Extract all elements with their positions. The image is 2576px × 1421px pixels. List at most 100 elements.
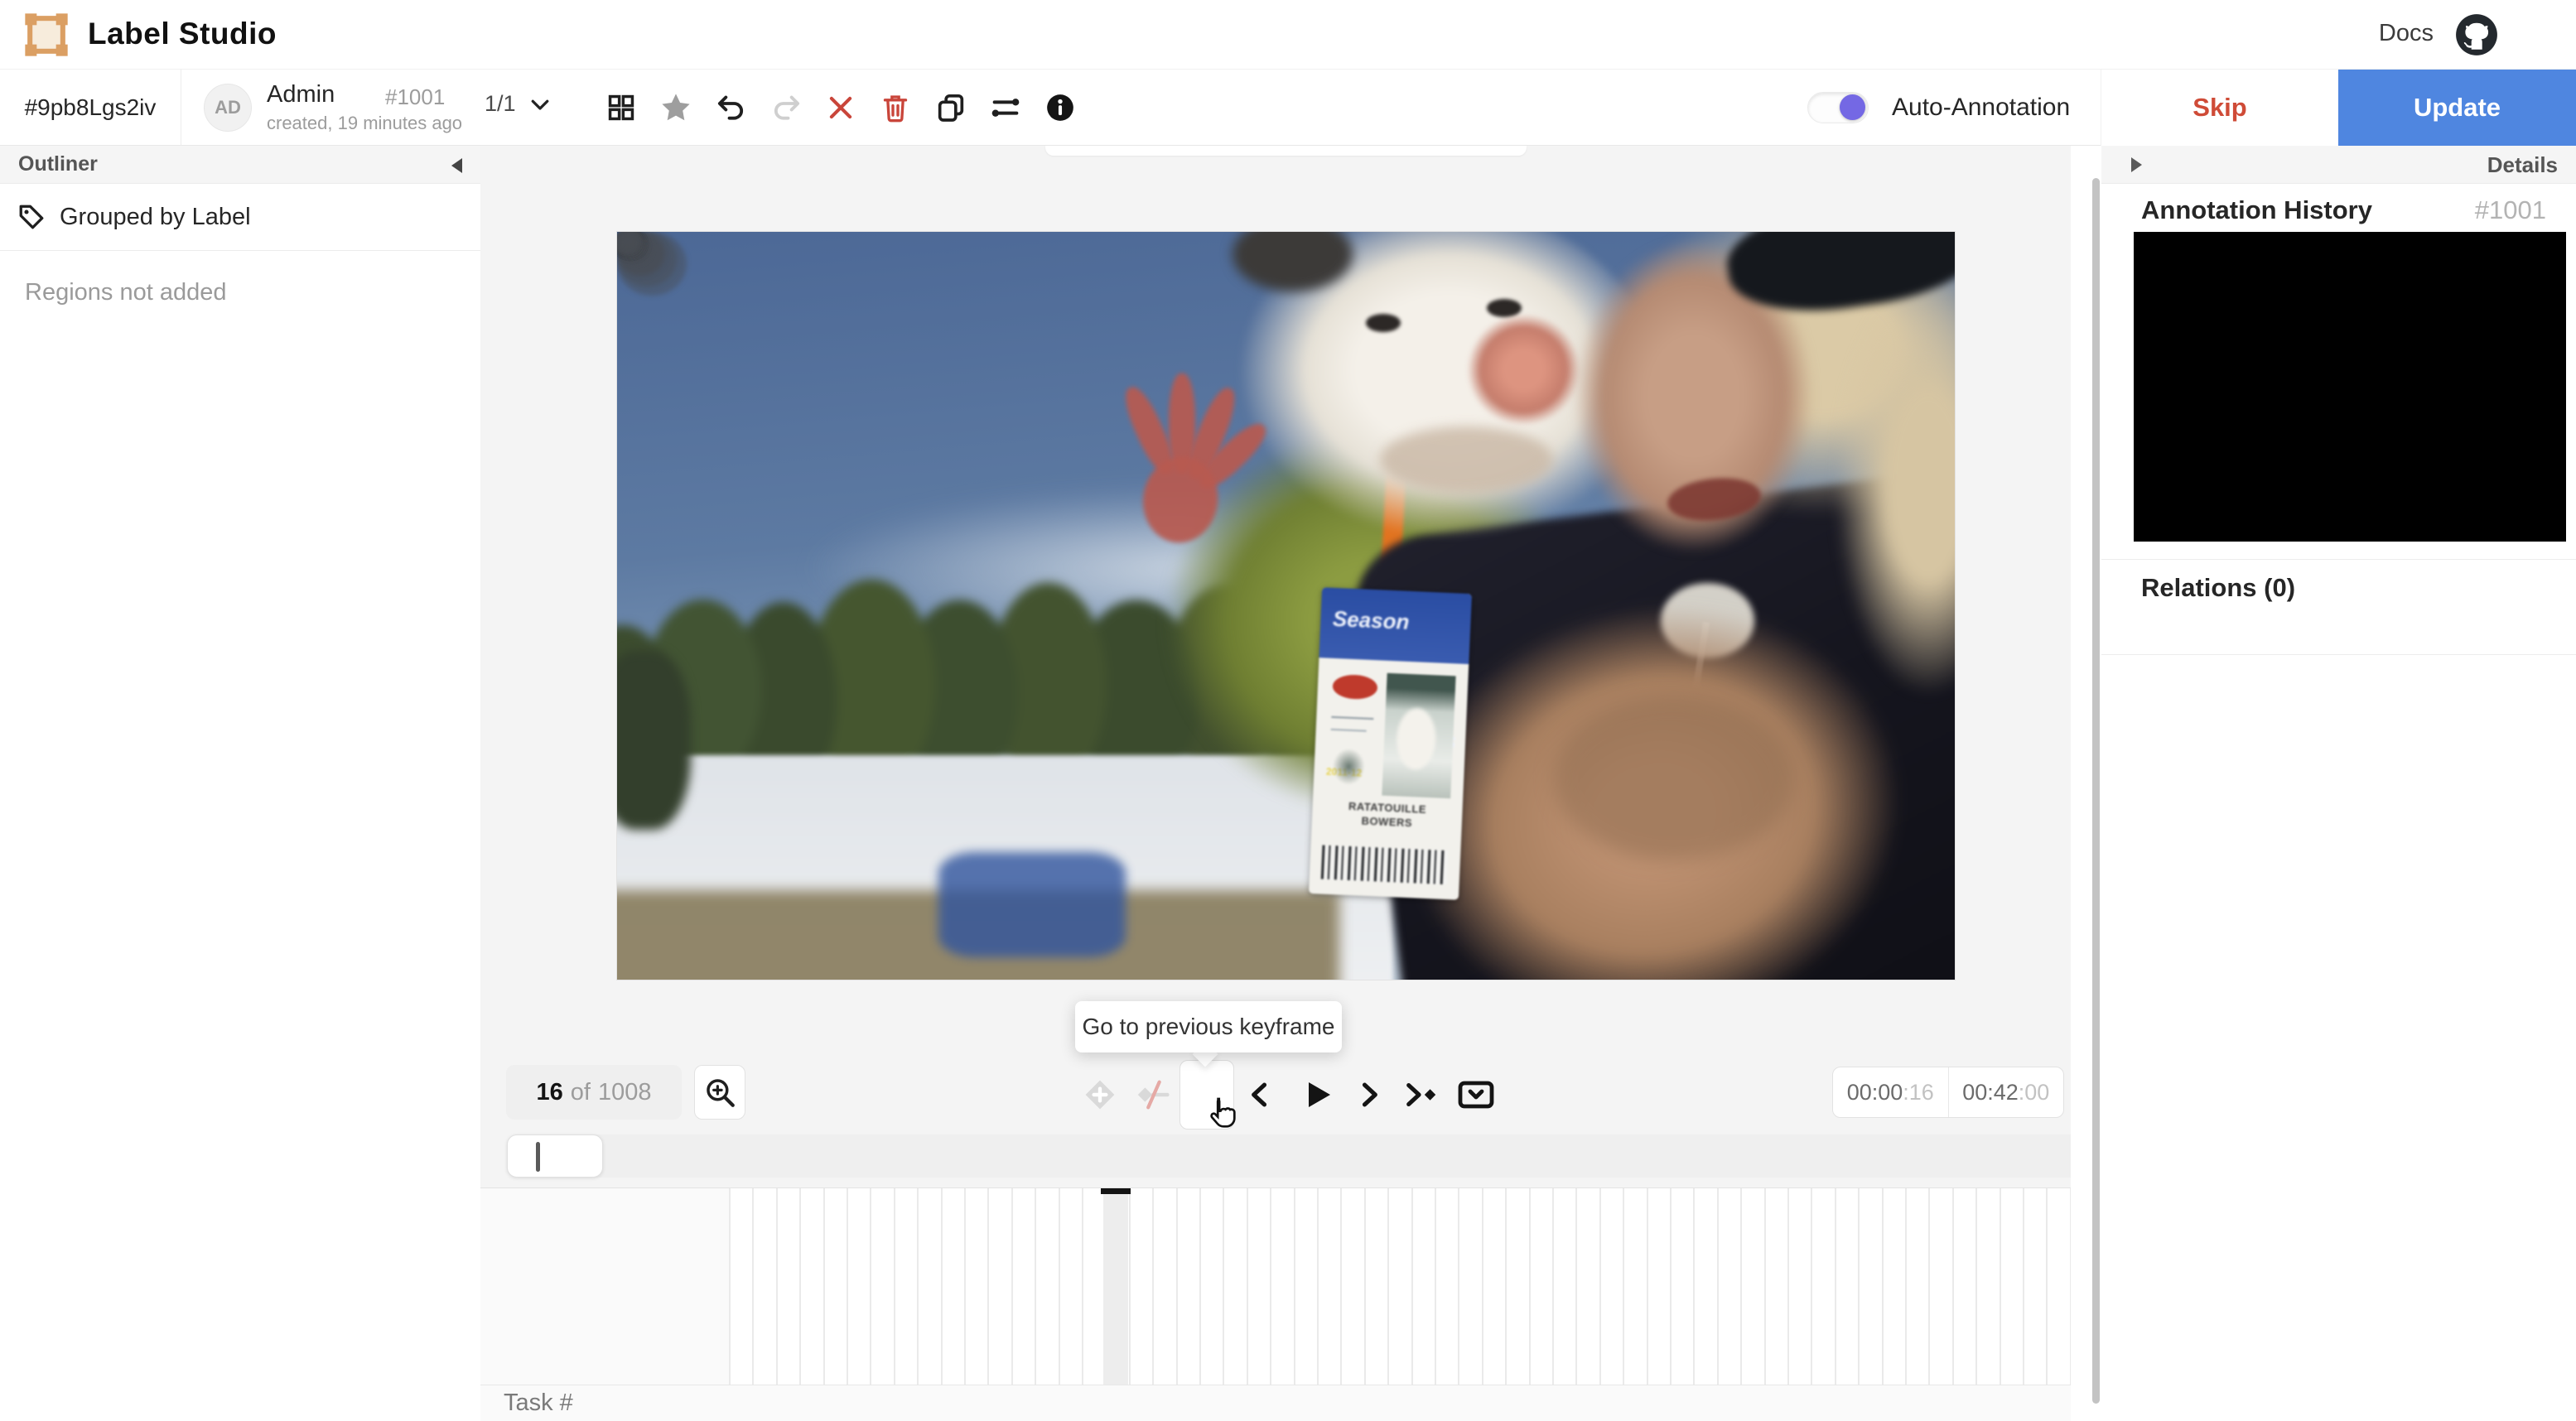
delete-button[interactable] [877,89,914,126]
timeline-tick [1787,1188,1789,1385]
zoom-button[interactable] [694,1065,745,1120]
group-by-label-dropdown[interactable]: Grouped by Label [0,184,480,251]
timeline-tick [822,1188,825,1385]
docs-link[interactable]: Docs [2379,20,2434,47]
duplicate-button[interactable] [933,89,969,126]
details-title: Details [2487,152,2558,177]
info-button[interactable] [1042,89,1078,126]
label-studio-app: Label Studio Docs #9pb8Lgs2iv AD Admin #… [0,0,2576,1421]
timeline-tick [752,1188,755,1385]
timeline-tick [847,1188,848,1385]
undo-icon [717,95,743,120]
video-fence [938,852,1126,957]
duplicate-icon [938,94,963,122]
undo-button[interactable] [713,89,750,126]
minimap-handle[interactable] [507,1134,603,1178]
avatar[interactable]: AD [204,84,252,132]
current-frame-column [1103,1188,1128,1385]
minimap-position-marker [536,1142,540,1172]
outliner-header: Outliner [0,146,480,184]
timeline-tick [1575,1188,1578,1385]
chevron-left-icon [1252,1082,1267,1107]
timeline-tick [1082,1188,1083,1385]
keyframe-toggle-icon [1137,1080,1170,1110]
task-id[interactable]: #9pb8Lgs2iv [0,70,181,146]
details-header: Details [2101,146,2576,184]
position-timestamp[interactable]: 00:00:16 [1833,1067,1949,1117]
info-icon [1047,94,1073,121]
star-icon [662,94,690,121]
position-time: 00:00 [1846,1079,1903,1105]
grid-view-button[interactable] [603,89,639,126]
annotation-history-preview[interactable] [2134,232,2566,542]
collapse-timeline-icon [1458,1081,1494,1109]
timeline-tick [1011,1188,1013,1385]
collapse-timeline-button[interactable] [1453,1072,1499,1118]
play-icon [1309,1082,1330,1107]
timeline-tick [1928,1188,1931,1385]
chevron-right-icon [1362,1082,1377,1107]
timeline-tick [775,1188,778,1385]
add-keyframe-button[interactable] [1077,1072,1123,1118]
redo-icon [774,95,799,120]
timeline-tick [1599,1188,1601,1385]
keyframe-toggle-button[interactable] [1130,1072,1176,1118]
task-label: Task # [504,1390,573,1416]
details-divider [2101,559,2576,560]
timeline-ruler[interactable] [480,1187,2071,1385]
annotation-history-title: Annotation History [2141,195,2372,224]
chevron-down-icon [531,99,548,110]
timeline-tick [1951,1188,1954,1385]
timeline-tick [1458,1188,1460,1385]
timeline-tick [1693,1188,1696,1385]
next-keyframe-button[interactable] [1398,1072,1445,1118]
expand-details-icon[interactable] [2131,157,2142,172]
frame-total: 1008 [597,1078,652,1105]
timeline-tick [1999,1188,2001,1385]
timeline-minimap[interactable] [507,1134,2087,1178]
annotation-created-text: created, 19 minutes ago [267,113,463,133]
timeline-tick [1435,1188,1436,1385]
collapse-outliner-icon[interactable] [451,158,462,173]
prev-frame-button[interactable] [1237,1072,1283,1118]
details-panel: Details Annotation History #1001 Relatio… [2101,146,2576,1421]
pager-label: 1/1 [485,91,516,116]
star-button[interactable] [658,89,694,126]
reject-button[interactable] [822,89,859,126]
timeline-tick [1834,1188,1836,1385]
github-icon[interactable] [2455,13,2498,56]
badge-signature-line [1331,716,1374,721]
annotation-toolbar [603,70,1078,146]
play-button[interactable] [1294,1072,1340,1118]
auto-annotation-toggle[interactable] [1807,92,1869,123]
timeline-tick [1246,1188,1248,1385]
timeline-tick [940,1188,943,1385]
timeline-tick [1152,1188,1155,1385]
timeline-tick [1128,1188,1131,1385]
timeline-tick [1505,1188,1507,1385]
frame-counter[interactable]: 16 of 1008 [506,1065,682,1120]
timeline-tick [1387,1188,1390,1385]
next-frame-button[interactable] [1346,1072,1392,1118]
vertical-scrollbar[interactable] [2092,178,2100,1404]
top-bar: Label Studio Docs [0,0,2576,70]
timeline-tick [1317,1188,1319,1385]
timeline-tick [1623,1188,1625,1385]
timeline-tick [1975,1188,1978,1385]
update-button[interactable]: Update [2338,70,2576,146]
timeline-tick [729,1188,731,1385]
toggle-knob [1840,94,1865,120]
reject-x-icon [829,96,852,119]
badge-signature-line-2 [1330,729,1368,733]
skip-button[interactable]: Skip [2101,70,2338,146]
duration-frames: :00 [2018,1079,2050,1105]
annotation-pager[interactable]: 1/1 [485,91,552,117]
transfer-settings-button[interactable] [987,89,1024,126]
timeline-tick [1858,1188,1860,1385]
timeline-tick [1670,1188,1672,1385]
timeline-tick [1175,1188,1178,1385]
annotation-id: #1001 [385,84,446,109]
label-studio-logo-icon[interactable] [23,12,70,58]
video-frame[interactable]: Season Pass 2011-12 RATATOUILLE BOWERS [617,232,1955,980]
redo-button[interactable] [768,89,804,126]
